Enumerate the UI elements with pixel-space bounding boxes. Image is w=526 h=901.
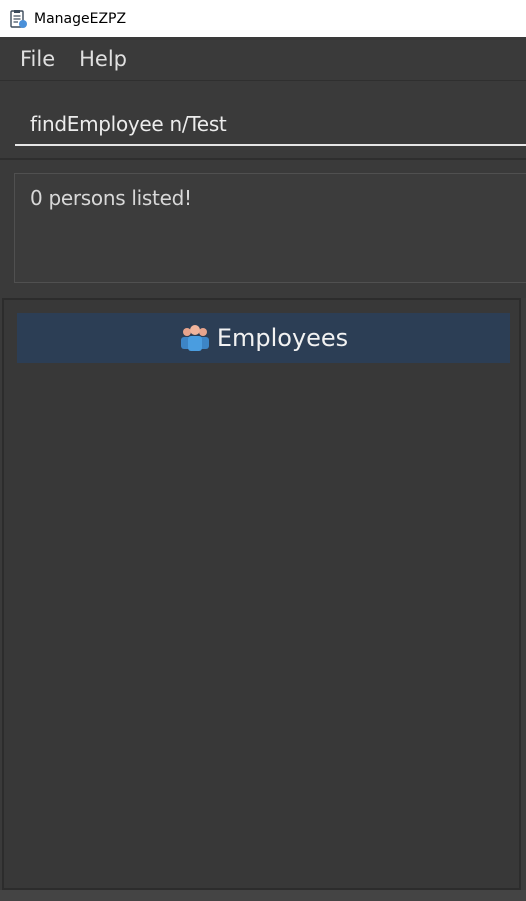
- result-message: 0 persons listed!: [30, 186, 192, 210]
- menu-help[interactable]: Help: [79, 47, 127, 71]
- command-box: [0, 82, 526, 160]
- menu-bar: File Help: [0, 37, 526, 81]
- clipboard-icon: [10, 9, 27, 28]
- people-icon: [180, 325, 209, 351]
- command-input[interactable]: [15, 104, 526, 146]
- result-display: 0 persons listed!: [14, 173, 526, 283]
- status-bar: [0, 890, 526, 901]
- scrollbar-track[interactable]: [521, 298, 526, 890]
- title-bar: ManageEZPZ: [0, 0, 526, 37]
- employees-header: Employees: [17, 313, 510, 363]
- employees-header-label: Employees: [216, 324, 349, 352]
- window-title: ManageEZPZ: [34, 10, 127, 27]
- employee-list-panel[interactable]: Employees: [2, 298, 521, 890]
- menu-file[interactable]: File: [20, 47, 55, 71]
